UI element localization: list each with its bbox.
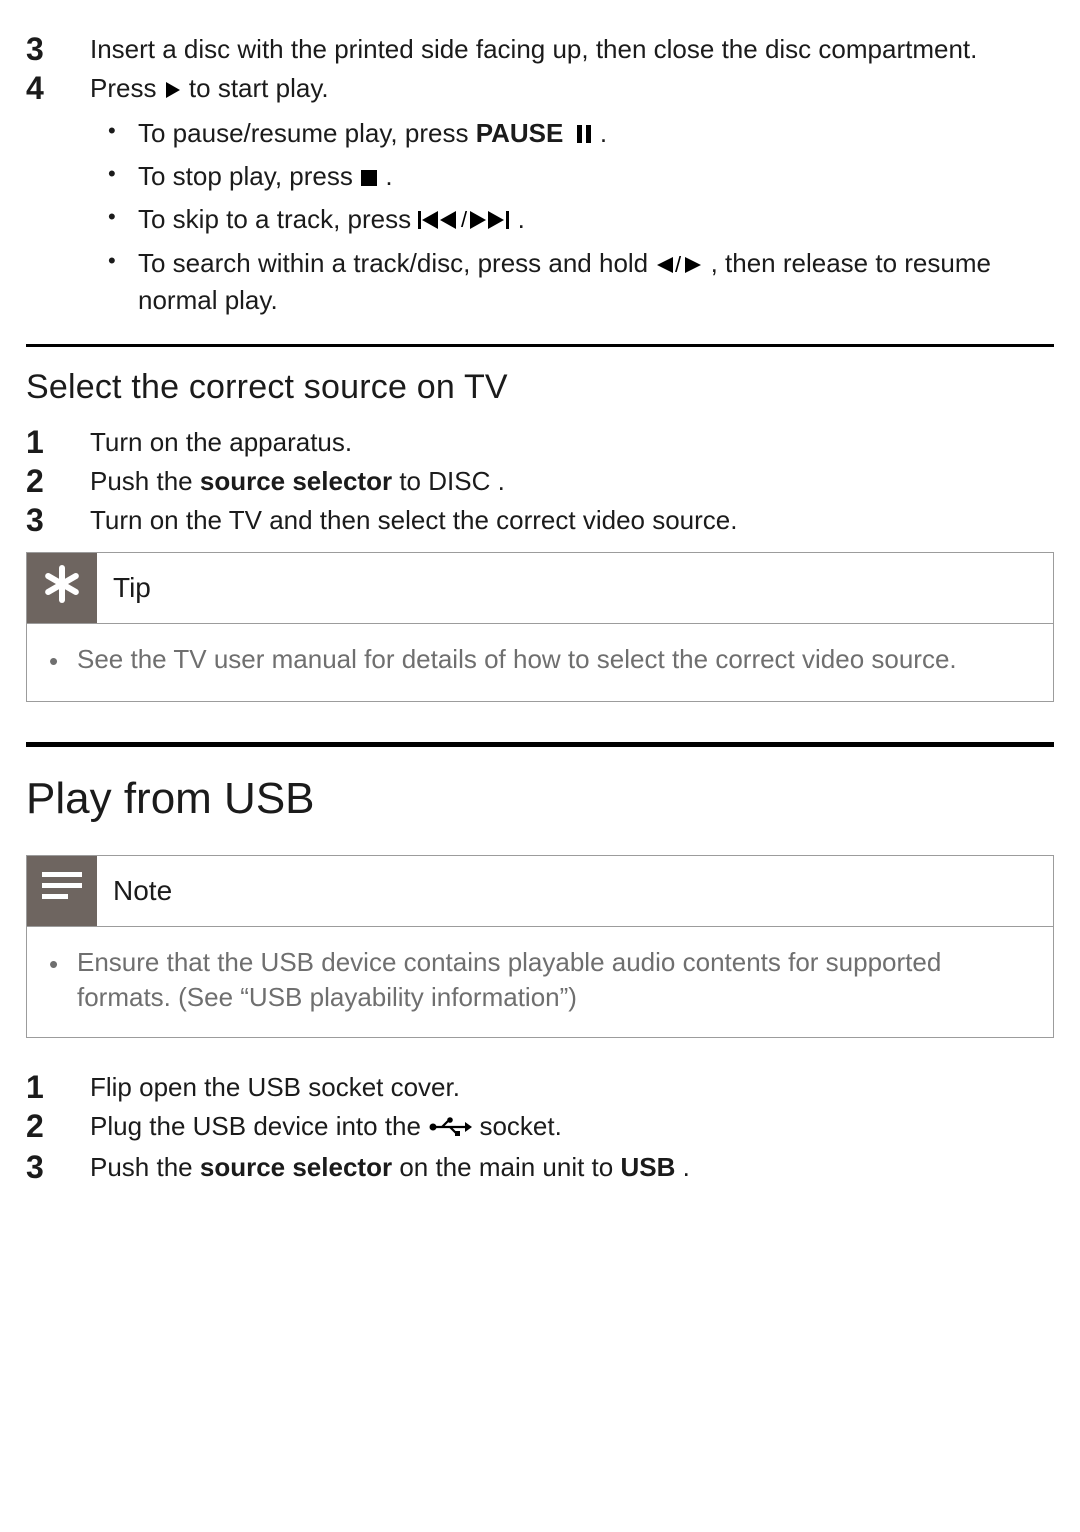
text: To stop play, press [138, 161, 360, 191]
step-number: 4 [26, 71, 90, 106]
svg-text:/: / [461, 210, 468, 230]
heading-select-source: Select the correct source on TV [26, 365, 1054, 411]
asterisk-icon [39, 561, 85, 616]
text: To skip to a track, press [138, 204, 418, 234]
svg-text:/: / [675, 256, 682, 274]
step-number: 1 [26, 425, 90, 460]
text: socket. [479, 1111, 561, 1141]
tv-step-1: 1 Turn on the apparatus. [26, 425, 1054, 460]
bold-text: USB [620, 1152, 675, 1182]
seek-left-right-icon: / [655, 248, 703, 283]
text: to start play. [189, 73, 329, 103]
text: . [518, 204, 525, 234]
note-badge [27, 856, 97, 926]
bullet-icon: • [90, 116, 138, 147]
bold-text: PAUSE [476, 118, 564, 148]
tip-text: See the TV user manual for details of ho… [77, 642, 957, 679]
step-text: Insert a disc with the printed side faci… [90, 32, 1054, 67]
text: . [498, 466, 505, 496]
sub-skip: • To skip to a track, press / [90, 202, 1054, 239]
text: . [385, 161, 392, 191]
step-number: 3 [26, 503, 90, 538]
text: Push the [90, 1152, 200, 1182]
step-number: 1 [26, 1070, 90, 1105]
text: Push the [90, 466, 200, 496]
text: on the main unit to [399, 1152, 620, 1182]
heading-play-usb: Play from USB [26, 769, 1054, 828]
bullet-icon: • [49, 642, 63, 679]
bold-text: source selector [200, 1152, 392, 1182]
step-4: 4 Press to start play. • To pause/resume… [26, 71, 1054, 318]
tip-label: Tip [113, 569, 151, 607]
bullet-icon: • [90, 246, 138, 277]
tip-body: • See the TV user manual for details of … [27, 623, 1053, 701]
text: to [399, 466, 428, 496]
note-text: Ensure that the USB device contains play… [77, 945, 1031, 1015]
text: . [683, 1152, 690, 1182]
text: To search within a track/disc, press and… [138, 248, 655, 278]
note-box: Note • Ensure that the USB device contai… [26, 855, 1054, 1038]
step-text: Push the source selector to DISC . [90, 464, 1054, 499]
step-number: 2 [26, 1109, 90, 1144]
pause-icon [575, 118, 593, 153]
bold-text: source selector [200, 466, 392, 496]
step-number: 3 [26, 32, 90, 67]
play-icon [164, 73, 182, 108]
bullet-icon: • [49, 945, 63, 1015]
section-divider [26, 344, 1054, 347]
step-number: 3 [26, 1150, 90, 1185]
note-label: Note [113, 872, 172, 910]
sub-seek: • To search within a track/disc, press a… [90, 246, 1054, 318]
step-number: 2 [26, 464, 90, 499]
bullet-icon: • [90, 159, 138, 190]
note-body: • Ensure that the USB device contains pl… [27, 926, 1053, 1037]
bullet-icon: • [90, 202, 138, 233]
step-text: Flip open the USB socket cover. [90, 1070, 1054, 1105]
step-text: Plug the USB device into the socket. [90, 1109, 1054, 1146]
text: Press [90, 73, 164, 103]
note-header: Note [27, 856, 1053, 926]
tip-badge [27, 553, 97, 623]
note-lines-icon [40, 869, 84, 912]
section-divider-thick [26, 742, 1054, 747]
text: Plug the USB device into the [90, 1111, 428, 1141]
usb-step-2: 2 Plug the USB device into the socket. [26, 1109, 1054, 1146]
usb-icon [428, 1111, 472, 1146]
step-text: Turn on the TV and then select the corre… [90, 503, 1054, 538]
step-text: Push the source selector on the main uni… [90, 1150, 1054, 1185]
tv-step-2: 2 Push the source selector to DISC . [26, 464, 1054, 499]
tip-header: Tip [27, 553, 1053, 623]
usb-step-3: 3 Push the source selector on the main u… [26, 1150, 1054, 1185]
stop-icon [360, 161, 378, 196]
step-3: 3 Insert a disc with the printed side fa… [26, 32, 1054, 67]
sub-pause: • To pause/resume play, press PAUSE . [90, 116, 1054, 153]
text: To pause/resume play, press [138, 118, 476, 148]
tip-box: Tip • See the TV user manual for details… [26, 552, 1054, 702]
bold-text: DISC [428, 466, 490, 496]
substeps: • To pause/resume play, press PAUSE . • … [90, 116, 1054, 317]
sub-stop: • To stop play, press . [90, 159, 1054, 196]
step-text: Press to start play. • To pause/resume p… [90, 71, 1054, 318]
tv-step-3: 3 Turn on the TV and then select the cor… [26, 503, 1054, 538]
text: . [600, 118, 607, 148]
skip-prev-next-icon: / [418, 204, 510, 239]
step-text: Turn on the apparatus. [90, 425, 1054, 460]
usb-step-1: 1 Flip open the USB socket cover. [26, 1070, 1054, 1105]
